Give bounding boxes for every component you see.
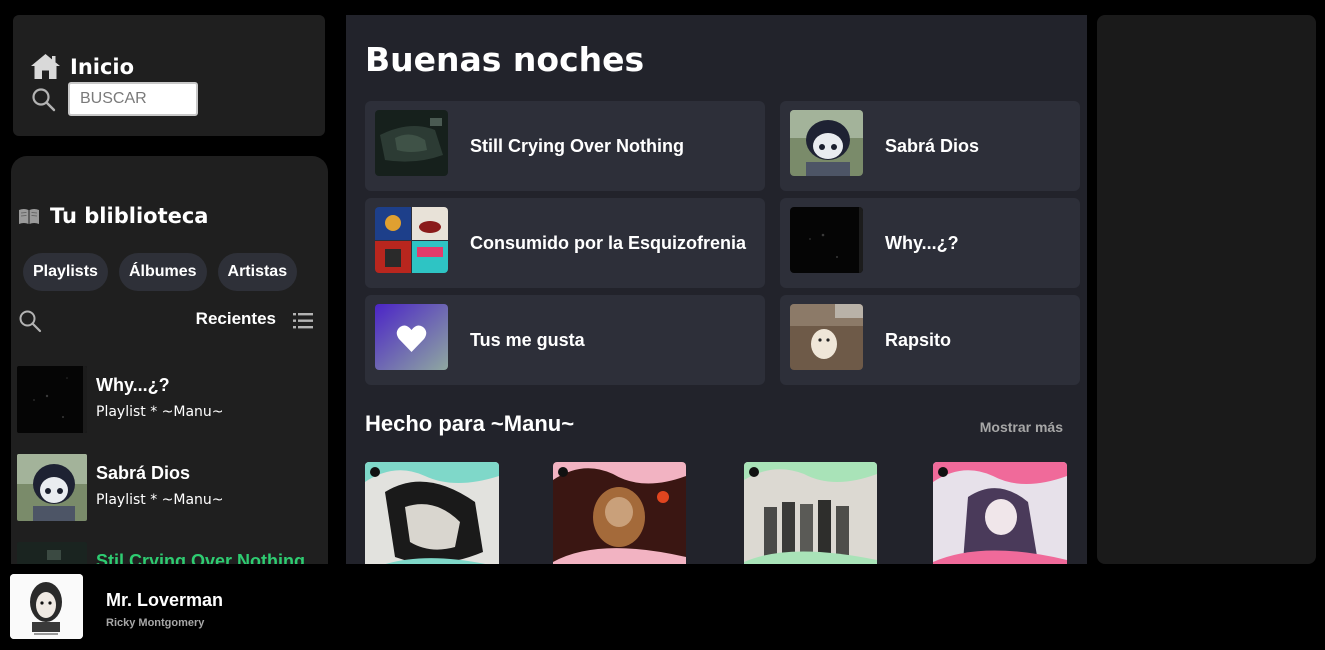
quick-pick-label: Rapsito <box>885 329 952 350</box>
item-subtitle: Playlist * ~Manu~ <box>96 492 224 508</box>
library-list: Why...¿? Playlist * ~Manu~ Sabrá Dios Pl… <box>17 366 317 564</box>
track-title[interactable]: Mr. Loverman <box>106 590 223 611</box>
home-link[interactable]: Inicio <box>30 53 134 80</box>
main-content: Buenas noches Still Crying Over Nothing <box>346 15 1087 564</box>
quick-pick-cover <box>790 110 863 176</box>
quick-pick-card[interactable]: Tus me gusta <box>365 295 765 385</box>
item-title: Why...¿? <box>96 375 170 395</box>
library-filters: Playlists Álbumes Artistas <box>23 253 298 291</box>
spotify-logo-icon <box>938 467 948 477</box>
spotify-logo-icon <box>558 467 568 477</box>
library-panel: Tu bliblioteca Playlists Álbumes Artista… <box>11 156 328 564</box>
greeting-title: Buenas noches <box>365 40 645 79</box>
filter-playlists[interactable]: Playlists <box>23 253 108 291</box>
now-playing-cover[interactable] <box>10 574 83 639</box>
item-title: Sabrá Dios <box>96 463 191 483</box>
book-icon <box>19 209 39 224</box>
home-icon <box>31 54 60 79</box>
library-item-playing[interactable]: Stil Crying Over Nothing <box>17 542 317 564</box>
library-item[interactable]: Sabrá Dios Playlist * ~Manu~ <box>17 454 317 542</box>
quick-pick-cover <box>375 110 448 176</box>
now-playing-bar: Mr. Loverman Ricky Montgomery <box>0 564 1325 650</box>
quick-pick-card[interactable]: Why...¿? <box>780 198 1080 288</box>
item-title: Stil Crying Over Nothing <box>96 551 306 564</box>
quick-pick-cover <box>790 304 863 370</box>
search-row <box>31 82 198 116</box>
quick-pick-card[interactable]: Consumido por la Esquizofrenia <box>365 198 765 288</box>
library-title: Tu bliblioteca <box>50 204 209 228</box>
list-view-icon[interactable] <box>293 311 313 331</box>
daily-mix-card[interactable] <box>933 462 1067 564</box>
track-artist[interactable]: Ricky Montgomery <box>106 617 204 629</box>
playlist-cover <box>17 542 87 564</box>
quick-pick-card[interactable]: Rapsito <box>780 295 1080 385</box>
library-tools: Recientes <box>18 309 313 335</box>
search-input[interactable] <box>68 82 198 116</box>
filter-artists[interactable]: Artistas <box>217 253 298 291</box>
quick-pick-label: Tus me gusta <box>470 329 585 350</box>
filter-albums[interactable]: Álbumes <box>118 253 207 291</box>
library-item[interactable]: Why...¿? Playlist * ~Manu~ <box>17 366 317 454</box>
daily-mix-card[interactable] <box>744 462 877 564</box>
quick-pick-label: Sabrá Dios <box>885 135 980 156</box>
quick-pick-cover <box>790 207 863 273</box>
quick-pick-card[interactable]: Still Crying Over Nothing <box>365 101 765 191</box>
quick-pick-label: Still Crying Over Nothing <box>470 135 685 156</box>
nav-panel: Inicio <box>13 15 325 136</box>
daily-mix-card[interactable] <box>365 462 499 564</box>
show-more-link[interactable]: Mostrar más <box>980 419 1063 435</box>
spotify-logo-icon <box>749 467 759 477</box>
playlist-cover <box>17 454 87 521</box>
sort-recent-button[interactable]: Recientes <box>196 309 276 329</box>
quick-pick-label: Consumido por la Esquizofrenia <box>470 232 747 253</box>
daily-mix-card[interactable] <box>553 462 686 564</box>
quick-pick-card[interactable]: Sabrá Dios <box>780 101 1080 191</box>
quick-pick-label: Why...¿? <box>885 232 959 253</box>
playlist-cover <box>17 366 87 433</box>
right-panel <box>1097 15 1316 564</box>
home-label: Inicio <box>70 54 135 79</box>
made-for-title: Hecho para ~Manu~ <box>365 411 575 436</box>
item-subtitle: Playlist * ~Manu~ <box>96 404 224 420</box>
spotify-logo-icon <box>370 467 380 477</box>
quick-pick-cover <box>375 207 448 273</box>
library-search-icon[interactable] <box>18 309 42 333</box>
quick-pick-cover <box>375 304 448 370</box>
library-header[interactable]: Tu bliblioteca <box>18 204 208 228</box>
mix-row <box>346 461 1087 564</box>
search-icon[interactable] <box>31 87 56 112</box>
